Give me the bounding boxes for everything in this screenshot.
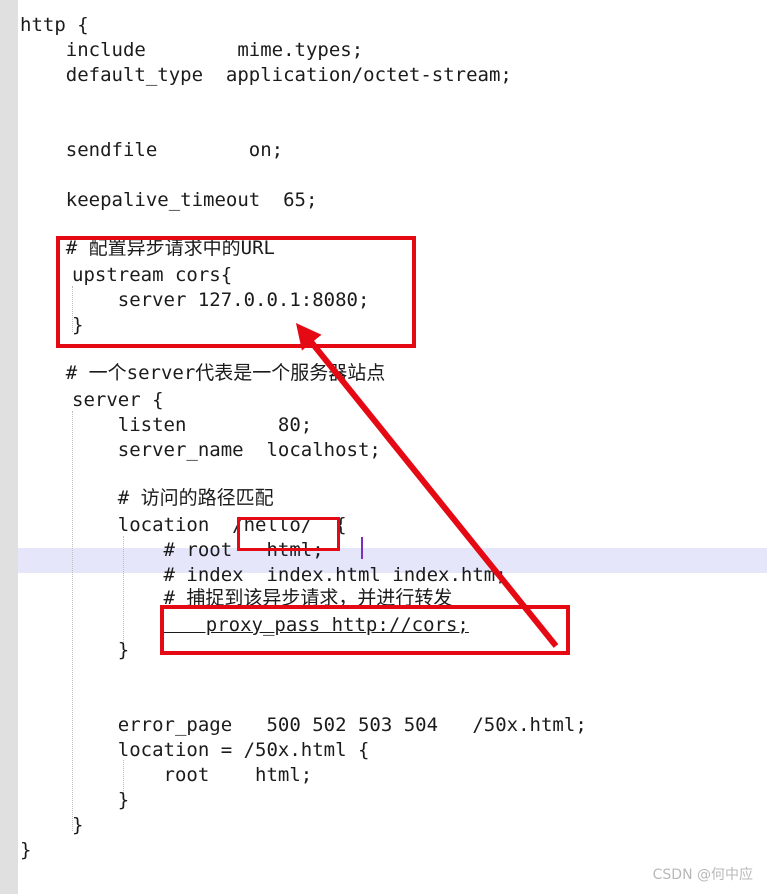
code-line[interactable]: proxy_pass http://cors; [160, 613, 469, 638]
code-text: # [72, 487, 141, 509]
code-text: server 127.0.0.1:8080; [72, 289, 370, 311]
code-content[interactable]: http { include mime.types; default_type … [0, 0, 767, 894]
code-line[interactable]: } [20, 838, 31, 863]
code-line[interactable]: keepalive_timeout 65; [20, 188, 318, 213]
code-text: server { [72, 389, 164, 411]
code-text: default_type application/octet-stream; [20, 64, 512, 86]
code-text: } [20, 839, 32, 861]
code-line[interactable]: } [72, 313, 83, 338]
code-text-cjk: 捕捉到该异步请求，并进行转发 [186, 587, 453, 609]
code-text: } [72, 789, 130, 811]
code-line[interactable]: # index index.html index.htm; [72, 563, 507, 588]
code-line[interactable]: http { [20, 13, 89, 38]
code-text-cjk: 配置异步请求中的 [88, 237, 241, 259]
code-text: # root html; [72, 539, 324, 561]
code-line[interactable]: # 一个server代表是一个服务器站点 [20, 361, 386, 386]
code-text: sendfile on; [20, 139, 284, 161]
text-cursor [361, 537, 363, 559]
code-text: keepalive_timeout 65; [20, 189, 318, 211]
code-text: listen 80; [72, 414, 313, 436]
code-text: # index index.html index.htm; [72, 564, 507, 586]
code-line[interactable]: } [72, 813, 83, 838]
code-line[interactable]: server 127.0.0.1:8080; [72, 288, 370, 313]
code-line[interactable]: location /hello/ { [72, 513, 347, 538]
code-text: } [72, 814, 84, 836]
code-editor-screenshot: http { include mime.types; default_type … [0, 0, 767, 894]
code-text: server [126, 362, 196, 384]
code-text-cjk: 访问的路径匹配 [140, 487, 274, 509]
code-line[interactable]: } [72, 638, 129, 663]
code-text: # [72, 587, 187, 609]
code-text: URL [240, 237, 275, 259]
code-text: error_page 500 502 503 504 /50x.html; [72, 714, 587, 736]
code-text: root html; [72, 764, 313, 786]
code-text-cjk: 代表是一个服务器站点 [195, 362, 386, 384]
code-line[interactable]: location = /50x.html { [72, 738, 370, 763]
code-line[interactable]: sendfile on; [20, 138, 283, 163]
code-text: location /hello/ { [72, 514, 347, 536]
code-line[interactable]: server_name localhost; [72, 438, 381, 463]
code-line[interactable]: # 访问的路径匹配 [72, 486, 274, 511]
code-line[interactable]: error_page 500 502 503 504 /50x.html; [72, 713, 587, 738]
code-text: # [20, 362, 89, 384]
code-line[interactable]: include mime.types; [20, 38, 363, 63]
code-text: server_name localhost; [72, 439, 381, 461]
code-text: include mime.types; [20, 39, 364, 61]
csdn-watermark: CSDN @何中应 [652, 867, 753, 883]
code-line[interactable]: # 捕捉到该异步请求，并进行转发 [72, 586, 453, 611]
code-text: upstream cors{ [72, 264, 233, 286]
code-text: proxy_pass http://cors; [160, 614, 469, 636]
code-line[interactable]: upstream cors{ [72, 263, 232, 288]
code-text: } [72, 639, 130, 661]
code-text-cjk: 一个 [88, 362, 127, 384]
code-line[interactable]: # root html; [72, 538, 324, 563]
code-text: } [72, 314, 84, 336]
code-text: # [20, 237, 89, 259]
code-text: http { [20, 14, 89, 36]
code-line[interactable]: default_type application/octet-stream; [20, 63, 512, 88]
code-line[interactable]: server { [72, 388, 164, 413]
code-line[interactable]: listen 80; [72, 413, 312, 438]
code-text: location = /50x.html { [72, 739, 370, 761]
code-line[interactable]: } [72, 788, 129, 813]
code-line[interactable]: # 配置异步请求中的URL [20, 236, 275, 261]
code-line[interactable]: root html; [72, 763, 313, 788]
